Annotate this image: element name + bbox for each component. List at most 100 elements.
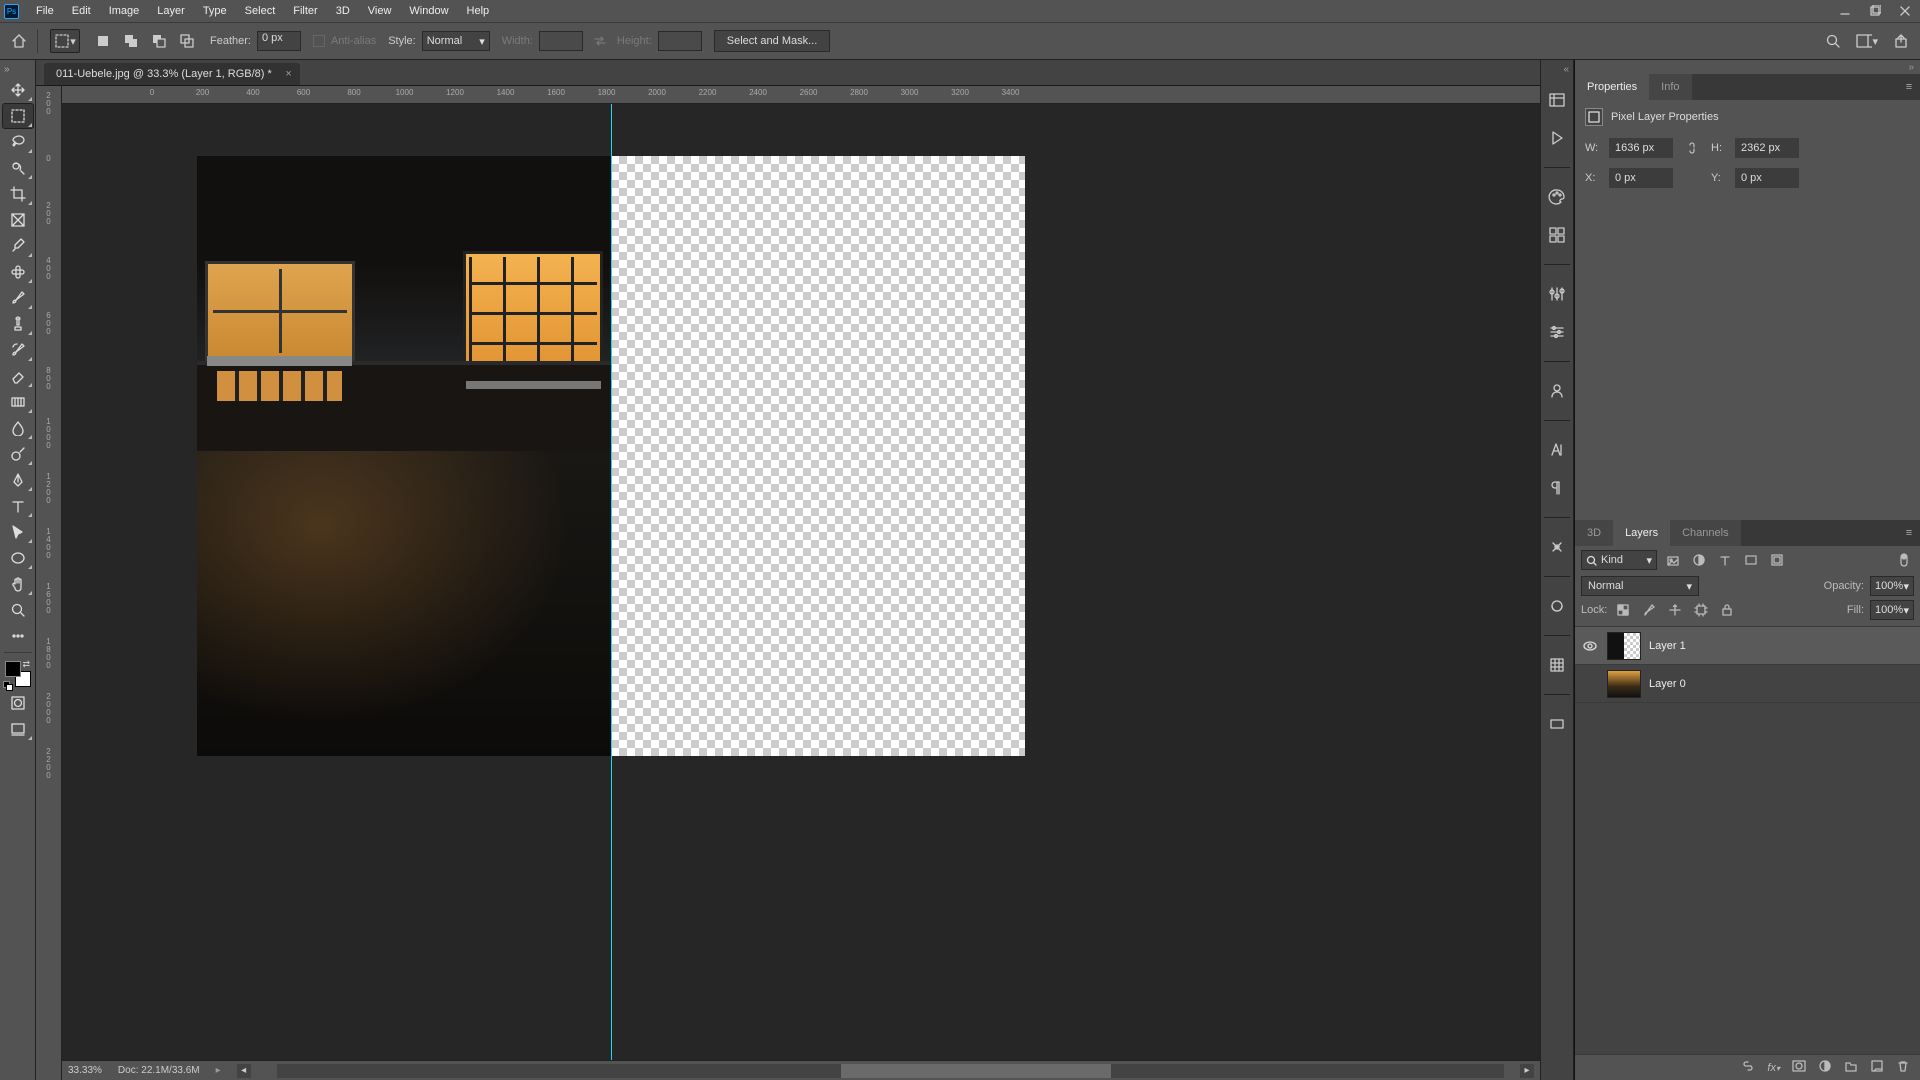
layer-name[interactable]: Layer 1 (1649, 640, 1686, 652)
layer-thumbnail[interactable] (1607, 632, 1641, 660)
menu-layer[interactable]: Layer (148, 0, 194, 22)
filter-type-icon[interactable] (1715, 550, 1735, 570)
lock-paint-icon[interactable] (1639, 600, 1659, 620)
new-group-icon[interactable] (1844, 1059, 1858, 1076)
select-add-icon[interactable] (120, 30, 142, 52)
layer-thumbnail[interactable] (1607, 670, 1641, 698)
swap-colors-icon[interactable]: ⇄ (23, 659, 33, 669)
pen-tool[interactable] (3, 468, 33, 492)
layer-row[interactable]: Layer 0 (1575, 665, 1920, 703)
properties-panel-menu-icon[interactable]: ≡ (1898, 74, 1920, 100)
dodge-tool[interactable] (3, 442, 33, 466)
filter-pixel-icon[interactable] (1663, 550, 1683, 570)
home-button[interactable] (8, 29, 38, 53)
quick-select-tool[interactable] (3, 156, 33, 180)
lock-position-icon[interactable] (1665, 600, 1685, 620)
adjustments-panel-icon[interactable] (1544, 281, 1570, 307)
zoom-level[interactable]: 33.33% (68, 1065, 102, 1076)
color-swatches[interactable]: ⇄ (3, 659, 33, 689)
filter-shape-icon[interactable] (1741, 550, 1761, 570)
styles-panel-icon[interactable] (1544, 319, 1570, 345)
tool-presets-icon[interactable] (1544, 534, 1570, 560)
filter-adjust-icon[interactable] (1689, 550, 1709, 570)
gradient-panel-icon[interactable] (1544, 711, 1570, 737)
dock-collapse-icon[interactable]: » (1575, 60, 1920, 74)
menu-view[interactable]: View (359, 0, 401, 22)
tab-properties[interactable]: Properties (1575, 74, 1649, 100)
blur-tool[interactable] (3, 416, 33, 440)
eraser-tool[interactable] (3, 364, 33, 388)
layer-name[interactable]: Layer 0 (1649, 678, 1686, 690)
blend-mode-select[interactable]: Normal▾ (1581, 576, 1699, 596)
history-brush-tool[interactable] (3, 338, 33, 362)
fill-value[interactable]: 100%▾ (1870, 600, 1914, 620)
stamp-tool[interactable] (3, 312, 33, 336)
eyedropper-tool[interactable] (3, 234, 33, 258)
expand-dock-icon[interactable]: « (1541, 64, 1573, 75)
menu-image[interactable]: Image (100, 0, 149, 22)
feather-input[interactable]: 0 px (257, 31, 301, 51)
history-panel-icon[interactable] (1544, 87, 1570, 113)
lock-all-icon[interactable] (1717, 600, 1737, 620)
tools-collapse-icon[interactable]: » (0, 64, 10, 76)
quick-mask-icon[interactable] (3, 691, 33, 715)
tab-3d[interactable]: 3D (1575, 520, 1613, 546)
brush-tool[interactable] (3, 286, 33, 310)
y-value[interactable]: 0 px (1735, 168, 1799, 188)
document-tab[interactable]: 011-Uebele.jpg @ 33.3% (Layer 1, RGB/8) … (44, 63, 300, 85)
doc-size[interactable]: Doc: 22.1M/33.6M (118, 1065, 200, 1076)
shape-tool[interactable] (3, 546, 33, 570)
crop-tool[interactable] (3, 182, 33, 206)
canvas-viewport[interactable] (62, 104, 1540, 1060)
foreground-color[interactable] (5, 661, 21, 677)
current-tool-icon[interactable]: ▾ (50, 29, 80, 53)
healing-tool[interactable] (3, 260, 33, 284)
zoom-tool[interactable] (3, 598, 33, 622)
menu-window[interactable]: Window (400, 0, 457, 22)
window-minimize[interactable] (1830, 0, 1860, 22)
type-tool[interactable] (3, 494, 33, 518)
tab-info[interactable]: Info (1649, 74, 1691, 100)
libraries-panel-icon[interactable] (1544, 593, 1570, 619)
menu-edit[interactable]: Edit (63, 0, 100, 22)
layer-visibility-icon[interactable] (1581, 639, 1599, 653)
new-layer-icon[interactable] (1870, 1059, 1884, 1076)
pattern-panel-icon[interactable] (1544, 652, 1570, 678)
close-tab-icon[interactable]: × (285, 68, 291, 80)
new-adjustment-icon[interactable] (1818, 1059, 1832, 1076)
height-value[interactable]: 2362 px (1735, 138, 1799, 158)
vertical-guide[interactable] (611, 104, 612, 1060)
paragraph-panel-icon[interactable] (1544, 475, 1570, 501)
lock-artboard-icon[interactable] (1691, 600, 1711, 620)
layers-panel-menu-icon[interactable]: ≡ (1898, 520, 1920, 546)
lock-transparency-icon[interactable] (1613, 600, 1633, 620)
select-intersect-icon[interactable] (176, 30, 198, 52)
color-panel-icon[interactable] (1544, 184, 1570, 210)
tab-layers[interactable]: Layers (1613, 520, 1670, 546)
link-wh-icon[interactable] (1681, 140, 1703, 156)
tab-channels[interactable]: Channels (1670, 520, 1740, 546)
window-maximize[interactable] (1860, 0, 1890, 22)
character-panel-icon[interactable] (1544, 437, 1570, 463)
frame-tool[interactable] (3, 208, 33, 232)
edit-toolbar[interactable] (3, 624, 33, 648)
select-and-mask-button[interactable]: Select and Mask... (714, 30, 831, 52)
filter-toggle-icon[interactable] (1894, 550, 1914, 570)
path-select-tool[interactable] (3, 520, 33, 544)
scroll-right-icon[interactable]: ▸ (1520, 1064, 1534, 1078)
actions-panel-icon[interactable] (1544, 125, 1570, 151)
menu-filter[interactable]: Filter (284, 0, 326, 22)
share-icon[interactable] (1890, 30, 1912, 52)
search-icon[interactable] (1822, 30, 1844, 52)
hand-tool[interactable] (3, 572, 33, 596)
learn-panel-icon[interactable] (1544, 378, 1570, 404)
delete-layer-icon[interactable] (1896, 1059, 1910, 1076)
filter-smart-icon[interactable] (1767, 550, 1787, 570)
default-colors-icon[interactable] (3, 681, 11, 689)
layer-filter-kind[interactable]: Kind▾ (1581, 550, 1657, 570)
swatches-panel-icon[interactable] (1544, 222, 1570, 248)
menu-select[interactable]: Select (236, 0, 285, 22)
workspace-switcher-icon[interactable]: ▾ (1856, 30, 1878, 52)
layer-row[interactable]: Layer 1 (1575, 627, 1920, 665)
select-new-icon[interactable] (92, 30, 114, 52)
